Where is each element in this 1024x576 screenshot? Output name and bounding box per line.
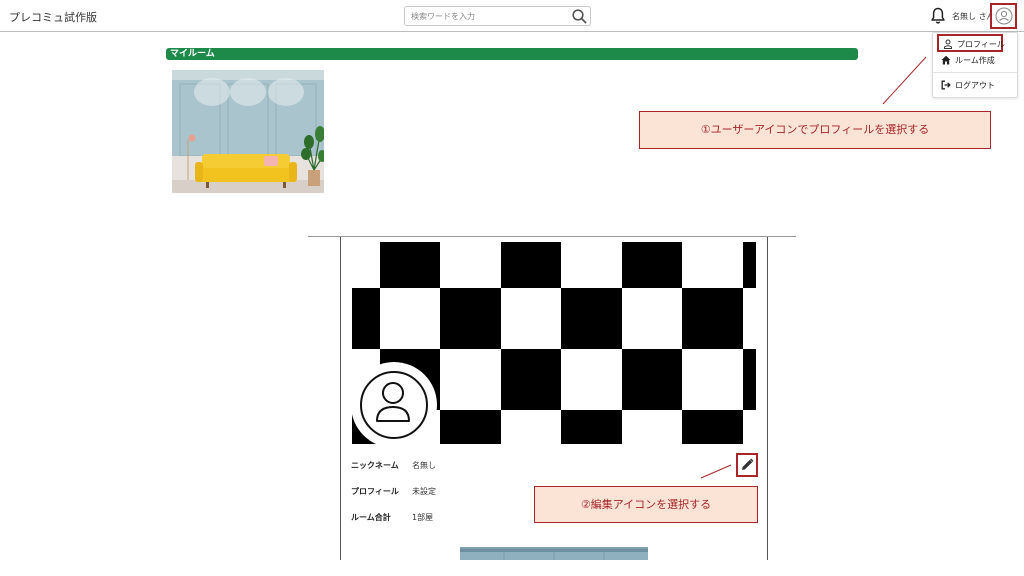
user-name: 名無し さん: [952, 12, 995, 21]
nickname-value: 名無し: [412, 461, 436, 470]
room-total-label: ルーム合計: [351, 513, 391, 522]
search-input[interactable]: [411, 10, 561, 23]
menu-divider: [933, 72, 1017, 73]
bell-icon: [931, 7, 945, 24]
my-room-header: マイルーム: [166, 48, 858, 60]
profile-text-label: プロフィール: [351, 487, 399, 496]
top-header: プレコミュ試作版 名無し さん: [0, 0, 1024, 32]
menu-item-profile[interactable]: プロフィール: [937, 34, 1005, 52]
profile-text-value: 未設定: [412, 487, 436, 496]
search-button[interactable]: [571, 8, 588, 25]
room-total-value: 1部屋: [412, 513, 434, 522]
user-dropdown-menu: プロフィール ルーム作成 ログアウト: [932, 32, 1018, 98]
room-card-preview[interactable]: [460, 547, 648, 560]
logout-icon: [941, 80, 951, 90]
search-icon: [572, 9, 587, 24]
annotation-step2: ②編集アイコンを選択する: [534, 486, 758, 523]
room-preview-image: [460, 549, 648, 560]
menu-item-create-room-label: ルーム作成: [955, 56, 995, 65]
my-room-title: マイルーム: [170, 49, 215, 59]
home-icon: [941, 55, 951, 65]
nickname-label: ニックネーム: [351, 461, 399, 470]
page: プレコミュ試作版 名無し さん: [0, 0, 1024, 576]
edit-profile-button[interactable]: [736, 453, 758, 477]
menu-item-profile-label: プロフィール: [957, 40, 1005, 49]
annotation-step1: ①ユーザーアイコンでプロフィールを選択する: [639, 111, 991, 149]
section-divider: [308, 236, 796, 237]
profile-avatar: [351, 362, 437, 448]
user-icon: [944, 39, 952, 49]
menu-item-logout[interactable]: ログアウト: [937, 77, 1003, 93]
user-circle-icon: [360, 371, 428, 439]
card-border-left: [340, 237, 341, 560]
notification-button[interactable]: [930, 7, 946, 25]
search-box: [404, 6, 591, 26]
room-thumbnail[interactable]: [172, 70, 324, 193]
menu-item-logout-label: ログアウト: [955, 81, 995, 90]
user-avatar-button[interactable]: [990, 3, 1017, 29]
user-circle-icon: [995, 7, 1013, 25]
room-image: [172, 70, 324, 193]
menu-item-create-room[interactable]: ルーム作成: [937, 52, 1003, 68]
pencil-icon: [742, 458, 754, 470]
app-title[interactable]: プレコミュ試作版: [9, 9, 97, 25]
card-border-right: [767, 237, 768, 560]
